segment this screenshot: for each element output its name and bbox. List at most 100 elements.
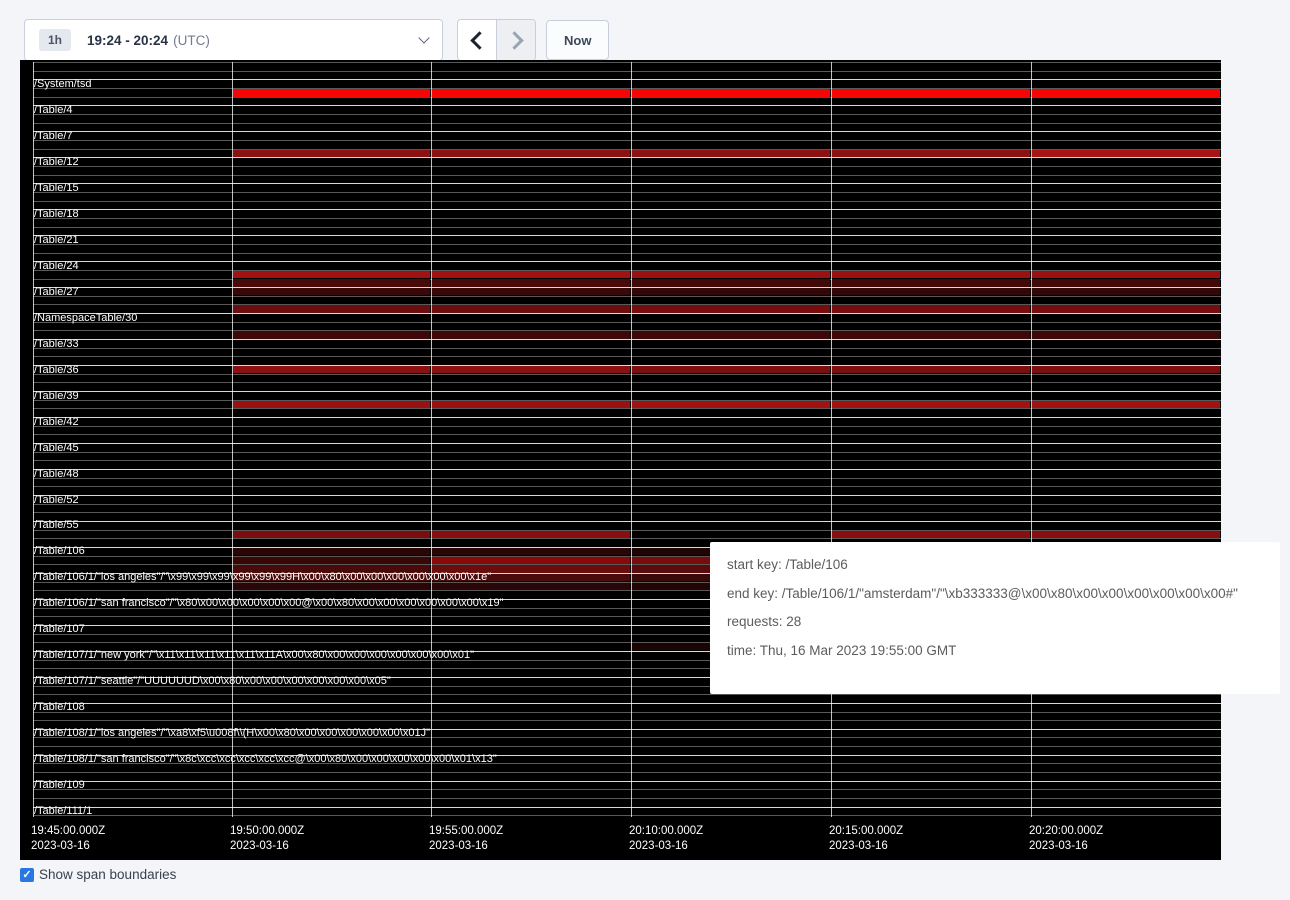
heat-band	[432, 271, 630, 278]
row-label: /Table/42	[34, 417, 79, 428]
span-boundary-line	[33, 244, 1221, 245]
checkbox-label: Show span boundaries	[39, 867, 176, 882]
key-visualizer-canvas[interactable]: start key: /Table/106 end key: /Table/10…	[20, 60, 1221, 860]
row-label: /Table/106/1/"san francisco"/"\x80\x00\x…	[34, 598, 504, 609]
span-boundary-line	[33, 434, 1221, 435]
heat-band	[233, 583, 430, 590]
time-range-selector[interactable]: 1h 19:24 - 20:24 (UTC)	[24, 19, 443, 61]
span-boundary-line	[33, 218, 1221, 219]
chevron-left-icon	[470, 31, 488, 49]
span-boundary-line	[33, 175, 1221, 176]
heat-band	[432, 366, 630, 373]
row-label: /Table/4	[34, 105, 73, 116]
span-boundary-line	[33, 261, 1221, 262]
row-label: /System/tsd	[34, 79, 91, 90]
heat-band	[432, 583, 630, 590]
range-timezone: (UTC)	[173, 33, 210, 48]
axis-tick: 19:55:00.000Z2023-03-16	[429, 824, 503, 854]
next-range-button-disabled[interactable]	[496, 20, 535, 60]
heat-band	[1032, 288, 1220, 295]
heat-band	[432, 531, 630, 538]
now-button[interactable]: Now	[546, 20, 609, 60]
row-label: /Table/45	[34, 443, 79, 454]
time-gridline	[631, 62, 632, 817]
heat-band	[233, 279, 430, 286]
span-boundary-line	[33, 235, 1221, 236]
span-boundary-line	[33, 123, 1221, 124]
span-boundary-line	[33, 296, 1221, 297]
span-boundary-line	[33, 79, 1221, 80]
span-boundary-line	[33, 339, 1221, 340]
row-label: /Table/107/1/"new york"/"\x11\x11\x11\x1…	[34, 650, 474, 661]
heat-band	[233, 366, 430, 373]
span-boundary-line	[33, 512, 1221, 513]
span-boundary-line	[33, 253, 1221, 254]
row-label: /Table/52	[34, 495, 79, 506]
prev-range-button[interactable]	[458, 20, 496, 60]
span-boundary-line	[33, 313, 1221, 314]
heat-band	[432, 331, 630, 338]
row-label: /Table/109	[34, 780, 85, 791]
span-boundary-line	[33, 322, 1221, 323]
row-label: /Table/18	[34, 209, 79, 220]
row-label: /Table/108/1/"san francisco"/"\x8c\xcc\x…	[34, 754, 497, 765]
span-boundary-line	[33, 209, 1221, 210]
heat-band	[432, 557, 630, 564]
time-gridline	[232, 62, 233, 817]
heat-band	[632, 150, 830, 157]
row-label: /Table/106	[34, 546, 85, 557]
span-boundary-line	[33, 183, 1221, 184]
heat-band	[1032, 89, 1220, 99]
heat-band	[432, 288, 630, 295]
span-boundary-line	[33, 815, 1221, 816]
span-boundary-line	[33, 478, 1221, 479]
span-boundary-line	[33, 348, 1221, 349]
range-duration-badge: 1h	[39, 29, 71, 51]
span-boundary-line	[33, 504, 1221, 505]
tooltip-time: time: Thu, 16 Mar 2023 19:55:00 GMT	[727, 643, 1280, 658]
row-label: /Table/48	[34, 469, 79, 480]
span-boundary-line	[33, 712, 1221, 713]
heat-band	[432, 279, 630, 286]
tooltip-end-key: end key: /Table/106/1/"amsterdam"/"\xb33…	[727, 586, 1280, 601]
row-label: /Table/106/1/"los angeles"/"\x99\x99\x99…	[34, 572, 491, 583]
row-label: /Table/27	[34, 287, 79, 298]
row-label: /Table/12	[34, 157, 79, 168]
row-label: /Table/33	[34, 339, 79, 350]
range-text: 19:24 - 20:24	[87, 33, 168, 48]
heat-band	[432, 548, 630, 555]
heat-band	[233, 401, 430, 408]
heat-band	[1032, 150, 1220, 157]
span-boundary-line	[33, 391, 1221, 392]
heat-band	[233, 305, 430, 312]
row-label: /Table/108	[34, 702, 85, 713]
heat-band	[432, 150, 630, 157]
span-boundary-line	[33, 789, 1221, 790]
heat-band	[233, 548, 430, 555]
span-boundary-line	[33, 417, 1221, 418]
heat-band	[233, 271, 430, 278]
span-boundary-line	[33, 140, 1221, 141]
chevron-down-icon	[418, 32, 429, 43]
heat-band	[1032, 331, 1220, 338]
span-boundary-line	[33, 538, 1221, 539]
heat-band	[432, 305, 630, 312]
row-label: /NamespaceTable/30	[34, 313, 137, 324]
heat-band	[832, 271, 1030, 278]
show-span-boundaries-checkbox[interactable]: ✓	[20, 868, 34, 882]
span-boundary-line	[33, 694, 1221, 695]
time-gridline	[431, 62, 432, 817]
row-label: /Table/21	[34, 235, 79, 246]
heat-band	[632, 279, 830, 286]
heat-band	[832, 401, 1030, 408]
heat-band	[1032, 279, 1220, 286]
span-boundary-line	[33, 781, 1221, 782]
heat-band	[233, 557, 430, 564]
span-boundary-line	[33, 460, 1221, 461]
heat-band	[632, 89, 830, 99]
span-boundary-line	[33, 408, 1221, 409]
span-boundary-line	[33, 374, 1221, 375]
row-label: /Table/111/1	[34, 806, 92, 817]
heat-band	[233, 531, 430, 538]
heat-band	[1032, 305, 1220, 312]
